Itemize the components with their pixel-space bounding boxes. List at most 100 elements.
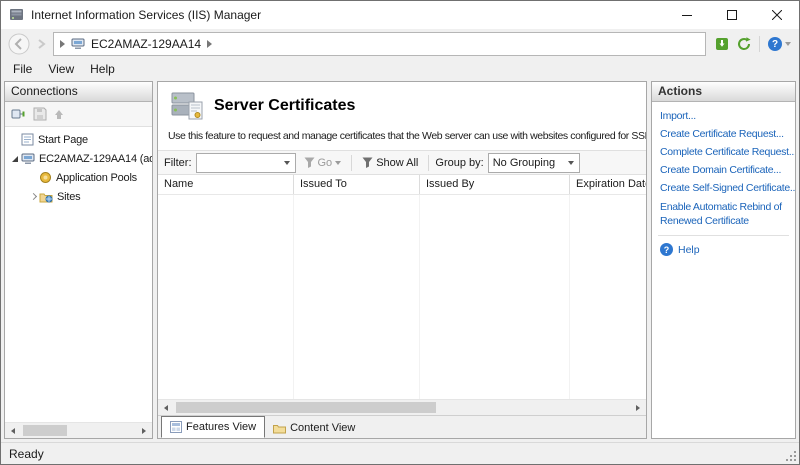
toolbar-separator <box>759 36 760 52</box>
page-description: Use this feature to request and manage c… <box>168 130 646 142</box>
close-icon <box>771 10 782 20</box>
scrollbar-track[interactable] <box>21 423 136 438</box>
tree-item-application-pools[interactable]: Application Pools <box>5 168 152 187</box>
scrollbar-thumb[interactable] <box>176 402 436 413</box>
connections-toolbar <box>5 102 152 127</box>
group-by-select[interactable]: No Grouping <box>487 152 580 173</box>
filter-input[interactable] <box>195 152 296 173</box>
window-title: Internet Information Services (IIS) Mana… <box>31 8 262 22</box>
chevron-down-icon <box>335 160 342 165</box>
list-body-empty[interactable] <box>158 195 646 399</box>
iis-app-icon <box>9 7 25 23</box>
window-controls <box>664 1 799 29</box>
chevron-right-icon <box>207 40 213 48</box>
status-text: Ready <box>9 446 44 461</box>
show-all-label: Show All <box>376 156 419 169</box>
funnel-icon <box>304 157 314 168</box>
chevron-down-icon <box>785 42 791 46</box>
tree-item-server[interactable]: EC2AMAZ-129AA14 (adfsreds <box>5 149 152 168</box>
start-page-icon <box>21 133 34 146</box>
actions-panel: Actions Import... Create Certificate Req… <box>651 81 796 439</box>
tree-item-start-page[interactable]: Start Page <box>5 130 152 149</box>
create-connection-button[interactable] <box>11 107 27 121</box>
group-by-label: Group by: <box>435 156 484 169</box>
up-arrow-icon <box>55 110 63 119</box>
tree-item-sites[interactable]: Sites <box>5 187 152 206</box>
help-label: Help <box>678 243 700 256</box>
expanded-arrow-icon[interactable] <box>12 155 18 162</box>
create-connection-icon <box>11 109 25 119</box>
maximize-button[interactable] <box>709 1 754 29</box>
scroll-right-button[interactable] <box>630 400 646 415</box>
main-area: Connections Start Page EC2AMAZ-129AA14 (… <box>1 79 799 442</box>
action-create-certificate-request[interactable]: Create Certificate Request... <box>652 125 795 143</box>
funnel-icon <box>362 157 373 168</box>
list-column-headers: Name Issued To Issued By Expiration Date <box>158 175 646 195</box>
save-connections-button[interactable] <box>33 107 47 121</box>
actions-header: Actions <box>652 82 795 102</box>
connections-header: Connections <box>5 82 152 102</box>
status-bar: Ready <box>1 442 799 464</box>
tree-item-label: Application Pools <box>56 171 137 184</box>
view-tabs: Features View Content View <box>158 415 646 438</box>
action-create-domain-certificate[interactable]: Create Domain Certificate... <box>652 161 795 179</box>
application-pools-icon <box>39 171 52 184</box>
tree-item-label: Sites <box>57 190 81 203</box>
actions-list: Import... Create Certificate Request... … <box>652 102 795 438</box>
filter-dropdown-button[interactable] <box>280 154 295 172</box>
close-button[interactable] <box>754 1 799 29</box>
column-header-expiration-date[interactable]: Expiration Date <box>570 175 646 194</box>
scroll-left-button[interactable] <box>158 400 174 415</box>
action-import[interactable]: Import... <box>652 107 795 125</box>
help-button[interactable]: ? <box>768 37 791 51</box>
scrollbar-thumb[interactable] <box>23 425 67 436</box>
sites-icon <box>39 191 53 203</box>
column-header-issued-to[interactable]: Issued To <box>294 175 420 194</box>
toolbar-separator <box>351 154 353 171</box>
group-by-value: No Grouping <box>492 156 556 169</box>
action-enable-automatic-rebind[interactable]: Enable Automatic Rebind of Renewed Certi… <box>652 197 795 231</box>
connections-tree: Start Page EC2AMAZ-129AA14 (adfsreds App… <box>5 127 152 422</box>
tree-item-label: Start Page <box>38 133 88 146</box>
forward-arrow-icon <box>38 39 46 49</box>
save-icon <box>33 107 47 121</box>
up-button[interactable] <box>53 108 65 120</box>
go-label: Go <box>317 156 333 169</box>
server-icon <box>21 153 35 165</box>
tab-features-view[interactable]: Features View <box>161 416 266 438</box>
server-certificates-icon <box>168 90 204 122</box>
back-button[interactable] <box>7 32 31 56</box>
refresh-icon[interactable] <box>737 37 751 51</box>
minimize-button[interactable] <box>664 1 709 29</box>
scroll-right-button[interactable] <box>136 423 152 438</box>
help-icon: ? <box>660 243 673 257</box>
group-by-dropdown-button[interactable] <box>564 154 579 172</box>
show-all-button[interactable]: Show All <box>358 153 422 173</box>
list-horizontal-scrollbar[interactable] <box>158 399 646 415</box>
scroll-left-button[interactable] <box>5 423 21 438</box>
menu-file[interactable]: File <box>5 59 40 79</box>
collapsed-arrow-icon[interactable] <box>29 192 37 201</box>
tab-content-view[interactable]: Content View <box>265 418 363 438</box>
address-bar: EC2AMAZ-129AA14 ? <box>1 29 799 59</box>
action-create-self-signed-certificate[interactable]: Create Self-Signed Certificate... <box>652 179 795 197</box>
tab-label: Features View <box>186 421 257 433</box>
resize-grip-icon[interactable] <box>785 450 797 462</box>
go-button[interactable]: Go <box>300 153 346 173</box>
chevron-right-icon <box>60 40 65 48</box>
action-help[interactable]: ? Help <box>652 239 795 260</box>
filter-label: Filter: <box>164 156 192 169</box>
menu-view[interactable]: View <box>40 59 82 79</box>
scrollbar-track[interactable] <box>174 400 630 415</box>
column-header-issued-by[interactable]: Issued By <box>420 175 570 194</box>
menu-help[interactable]: Help <box>82 59 123 79</box>
features-view-icon <box>170 421 182 433</box>
column-header-name[interactable]: Name <box>158 175 294 194</box>
scroll-right-icon <box>142 427 146 434</box>
breadcrumb[interactable]: EC2AMAZ-129AA14 <box>53 32 706 56</box>
forward-button[interactable] <box>36 32 48 56</box>
action-complete-certificate-request[interactable]: Complete Certificate Request... <box>652 143 795 161</box>
package-icon[interactable] <box>715 37 729 51</box>
server-icon <box>71 38 85 50</box>
connections-horizontal-scrollbar[interactable] <box>5 422 152 438</box>
